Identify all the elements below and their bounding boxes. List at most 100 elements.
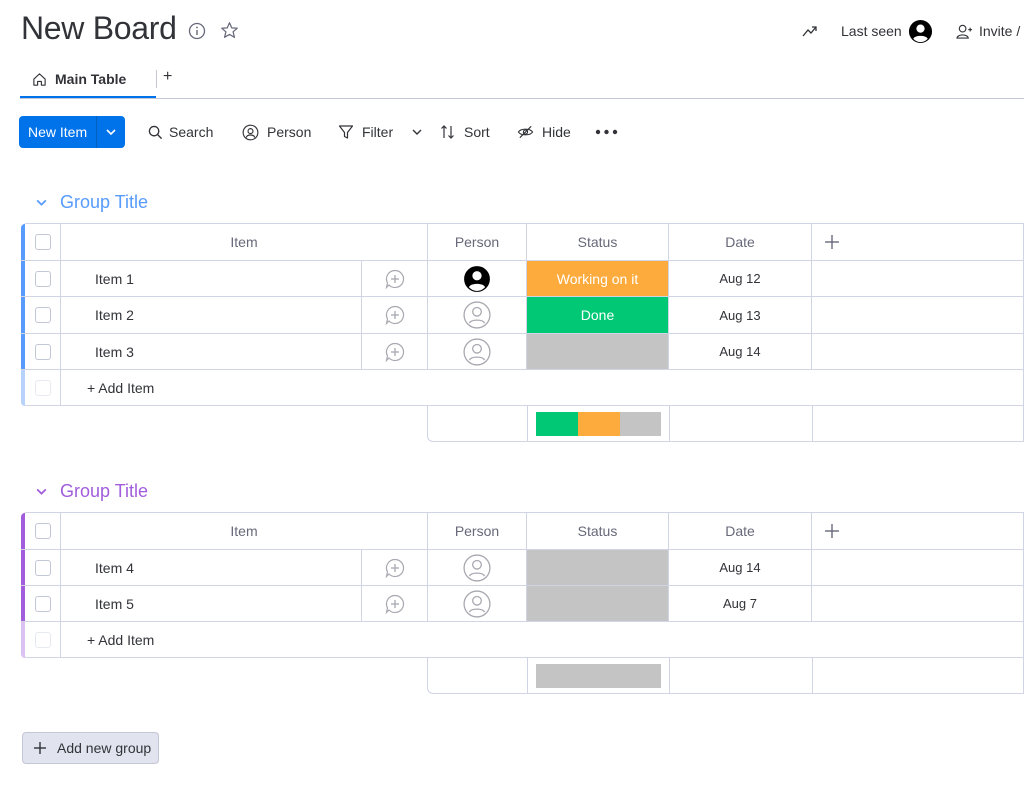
column-header-person[interactable]: Person: [428, 224, 527, 260]
add-column-button[interactable]: [812, 224, 1024, 260]
table-row[interactable]: Item 4 Aug 14: [21, 550, 1024, 586]
group-title[interactable]: Group Title: [60, 481, 148, 502]
person-cell[interactable]: [428, 297, 527, 333]
activity-icon[interactable]: [801, 23, 819, 41]
status-cell[interactable]: [527, 334, 669, 369]
person-filter-button[interactable]: Person: [242, 116, 311, 148]
filter-label: Filter: [362, 124, 394, 140]
filter-button[interactable]: Filter: [338, 116, 423, 148]
table-row[interactable]: Item 1 Working on it Aug 12: [21, 261, 1024, 297]
person-cell[interactable]: [428, 261, 527, 296]
date-cell[interactable]: Aug 14: [669, 550, 812, 585]
add-update-icon[interactable]: [362, 550, 428, 585]
table-row[interactable]: Item 2 Done Aug 13: [21, 297, 1024, 334]
add-column-button[interactable]: [812, 513, 1024, 549]
add-new-group-button[interactable]: Add new group: [22, 732, 159, 764]
board-title[interactable]: New Board: [21, 10, 177, 47]
tab-separator: [156, 70, 157, 88]
person-cell[interactable]: [428, 550, 527, 585]
hide-label: Hide: [542, 124, 571, 140]
plus-icon: [34, 742, 46, 754]
add-item-button[interactable]: + Add Item: [61, 370, 428, 406]
invite-icon[interactable]: [955, 22, 973, 40]
last-seen-label[interactable]: Last seen: [841, 23, 902, 39]
column-header-person[interactable]: Person: [428, 513, 527, 549]
table-row[interactable]: Item 3 Aug 14: [21, 334, 1024, 370]
column-header-date[interactable]: Date: [669, 513, 812, 549]
chevron-down-icon[interactable]: [411, 126, 423, 138]
tabs-divider: [20, 98, 1024, 99]
group-header[interactable]: Group Title: [34, 481, 148, 502]
row-checkbox[interactable]: [25, 261, 61, 296]
info-icon[interactable]: [187, 21, 207, 41]
sort-button[interactable]: Sort: [440, 116, 490, 148]
column-header-status[interactable]: Status: [527, 513, 669, 549]
date-cell[interactable]: Aug 14: [669, 334, 812, 369]
column-header-status[interactable]: Status: [527, 224, 669, 260]
add-item-row[interactable]: + Add Item: [21, 370, 1024, 406]
chevron-down-icon[interactable]: [96, 116, 125, 148]
row-checkbox: [25, 370, 61, 406]
summary-segment-done: [536, 411, 578, 436]
new-item-label[interactable]: New Item: [19, 124, 96, 140]
column-header-date[interactable]: Date: [669, 224, 812, 260]
filter-icon: [338, 124, 354, 140]
row-checkbox[interactable]: [25, 550, 61, 585]
hide-button[interactable]: Hide: [517, 116, 571, 148]
tab-main-label: Main Table: [55, 71, 127, 87]
search-button[interactable]: Search: [148, 116, 213, 148]
chevron-down-icon[interactable]: [34, 196, 48, 210]
new-item-button[interactable]: New Item: [19, 116, 125, 148]
avatar-icon: [464, 265, 490, 292]
summary-segment-working: [578, 411, 620, 436]
select-all-checkbox[interactable]: [25, 513, 61, 549]
column-header-item[interactable]: Item: [61, 224, 428, 260]
table-header-row: Item Person Status Date: [21, 224, 1024, 261]
status-cell[interactable]: [527, 550, 669, 585]
status-cell[interactable]: [527, 586, 669, 621]
tab-main-table[interactable]: Main Table: [20, 62, 156, 98]
chevron-down-icon[interactable]: [34, 485, 48, 499]
status-summary-bar[interactable]: [536, 411, 661, 436]
more-icon[interactable]: [595, 116, 619, 148]
add-update-icon[interactable]: [362, 334, 428, 369]
invite-label[interactable]: Invite /: [979, 23, 1020, 39]
date-cell[interactable]: Aug 12: [669, 261, 812, 296]
status-summary[interactable]: [528, 658, 670, 693]
item-name[interactable]: Item 1: [61, 261, 362, 296]
add-item-row[interactable]: + Add Item: [21, 622, 1024, 658]
group-header[interactable]: Group Title: [34, 192, 148, 213]
empty-cell: [812, 334, 1024, 369]
select-all-checkbox[interactable]: [25, 224, 61, 260]
add-item-button[interactable]: + Add Item: [61, 622, 428, 658]
status-summary-bar[interactable]: [536, 663, 661, 688]
row-checkbox[interactable]: [25, 334, 61, 369]
add-update-icon[interactable]: [362, 586, 428, 621]
row-checkbox[interactable]: [25, 586, 61, 621]
avatar-icon[interactable]: [907, 18, 933, 44]
empty-cell: [812, 297, 1024, 333]
item-name[interactable]: Item 3: [61, 334, 362, 369]
person-cell[interactable]: [428, 334, 527, 369]
table-row[interactable]: Item 5 Aug 7: [21, 586, 1024, 622]
status-cell[interactable]: Done: [527, 297, 669, 333]
date-cell[interactable]: Aug 13: [669, 297, 812, 333]
add-update-icon[interactable]: [362, 261, 428, 296]
group-table: Item Person Status Date Item 1 Working o…: [21, 223, 1024, 406]
add-update-icon[interactable]: [362, 297, 428, 333]
group-title[interactable]: Group Title: [60, 192, 148, 213]
column-header-item[interactable]: Item: [61, 513, 428, 549]
add-tab-button[interactable]: +: [163, 68, 172, 86]
row-checkbox: [25, 622, 61, 658]
date-cell[interactable]: Aug 7: [669, 586, 812, 621]
item-name[interactable]: Item 4: [61, 550, 362, 585]
status-summary[interactable]: [528, 406, 670, 441]
row-checkbox[interactable]: [25, 297, 61, 333]
table-header-row: Item Person Status Date: [21, 513, 1024, 550]
person-cell[interactable]: [428, 586, 527, 621]
star-icon[interactable]: [219, 20, 239, 40]
status-cell[interactable]: Working on it: [527, 261, 669, 296]
item-name[interactable]: Item 5: [61, 586, 362, 621]
item-name[interactable]: Item 2: [61, 297, 362, 333]
summary-empty: [813, 658, 1023, 693]
